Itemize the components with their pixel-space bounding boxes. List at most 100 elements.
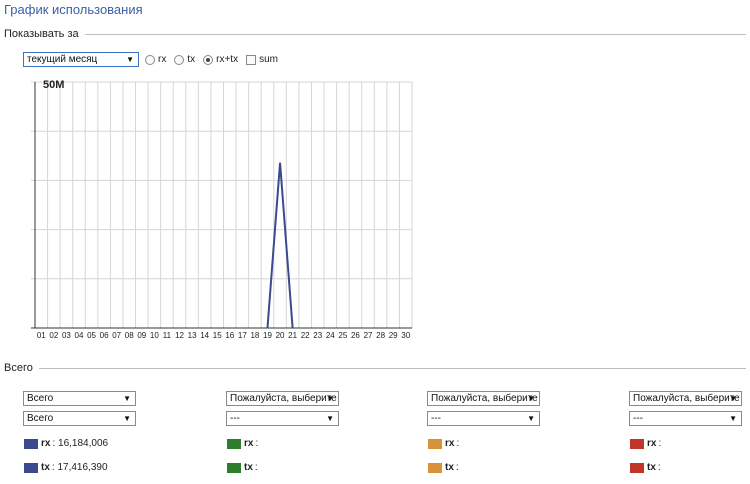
group2-tx-colon: : — [254, 462, 258, 473]
x-tick-label: 08 — [125, 331, 134, 340]
x-tick-label: 09 — [137, 331, 146, 340]
group4-rx: rx: — [630, 438, 661, 449]
group2-select1-value: Пожалуйста, выберите — [230, 393, 337, 404]
x-tick-label: 20 — [276, 331, 285, 340]
group2-rx-colon: : — [255, 438, 259, 449]
group4-tx: tx: — [630, 462, 661, 473]
group3-rx-label: rx — [445, 438, 455, 449]
mode-options: rx tx rx+tx sum — [145, 54, 286, 65]
totals-divider — [4, 368, 746, 369]
x-tick-label: 16 — [225, 331, 234, 340]
period-legend: Показывать за — [4, 28, 85, 40]
period-select-value: текущий месяц — [27, 54, 98, 65]
radio-rx[interactable] — [145, 54, 155, 65]
option-tx[interactable]: tx — [174, 54, 195, 65]
group1-select2[interactable]: Всего ▼ — [23, 411, 136, 426]
radio-rxtx[interactable] — [203, 54, 214, 65]
group1-tx-label: tx — [41, 462, 50, 473]
group1-select1-value: Всего — [27, 393, 54, 404]
option-rx-label: rx — [158, 54, 167, 65]
group1-select1[interactable]: Всего ▼ — [23, 391, 136, 406]
group2-rx: rx: — [227, 438, 258, 449]
x-tick-label: 03 — [62, 331, 71, 340]
group1-select2-value: Всего — [27, 413, 54, 424]
group3-tx-colon: : — [455, 462, 459, 473]
x-tick-label: 27 — [364, 331, 373, 340]
option-rx[interactable]: rx — [145, 54, 166, 65]
x-tick-label: 22 — [301, 331, 310, 340]
triangle-down-icon: ▼ — [527, 414, 535, 423]
x-tick-label: 17 — [238, 331, 247, 340]
x-tick-label: 06 — [100, 331, 109, 340]
group1-rx-value: 16,184,006 — [58, 438, 109, 449]
group4-rx-colon: : — [658, 438, 662, 449]
group4-select1-value: Пожалуйста, выберите — [633, 393, 740, 404]
group2-select2[interactable]: --- ▼ — [226, 411, 339, 426]
group3-select1[interactable]: Пожалуйста, выберите ▼ — [427, 391, 540, 406]
group2-tx-swatch — [227, 462, 241, 473]
x-tick-label: 25 — [338, 331, 347, 340]
x-tick-label: 26 — [351, 331, 360, 340]
page-title: График использования — [4, 2, 143, 17]
x-tick-label: 11 — [163, 331, 172, 340]
group1-rx-swatch — [24, 438, 38, 449]
group3-select2[interactable]: --- ▼ — [427, 411, 540, 426]
x-tick-label: 18 — [250, 331, 259, 340]
group2-tx-label: tx — [244, 462, 253, 473]
group3-rx-colon: : — [456, 438, 460, 449]
group3-select2-value: --- — [431, 413, 441, 424]
group4-rx-label: rx — [647, 438, 657, 449]
checkbox-sum[interactable] — [246, 54, 257, 65]
group3-tx-label: tx — [445, 462, 454, 473]
y-max-label: 50M — [43, 79, 64, 91]
triangle-down-icon: ▼ — [729, 414, 737, 423]
group3-rx: rx: — [428, 438, 459, 449]
x-tick-label: 05 — [87, 331, 96, 340]
period-select[interactable]: текущий месяц ▼ — [23, 52, 139, 67]
group1-tx: tx: 17,416,390 — [24, 462, 108, 473]
x-tick-label: 13 — [188, 331, 197, 340]
x-tick-label: 23 — [313, 331, 322, 340]
option-tx-label: tx — [187, 54, 196, 65]
usage-page: График использования Показывать за текущ… — [0, 0, 750, 484]
group1-rx-label: rx — [41, 438, 51, 449]
group3-select1-value: Пожалуйста, выберите — [431, 393, 538, 404]
group4-tx-swatch — [630, 462, 644, 473]
group2-rx-label: rx — [244, 438, 254, 449]
x-tick-label: 24 — [326, 331, 335, 340]
group3-tx-swatch — [428, 462, 442, 473]
radio-tx[interactable] — [174, 54, 185, 65]
period-divider — [4, 34, 746, 35]
x-tick-label: 28 — [376, 331, 385, 340]
group1-rx: rx: 16,184,006 — [24, 438, 108, 449]
x-tick-label: 29 — [389, 331, 398, 340]
x-tick-label: 02 — [49, 331, 58, 340]
x-tick-label: 10 — [150, 331, 159, 340]
option-rxtx[interactable]: rx+tx — [203, 54, 238, 65]
totals-legend: Всего — [4, 362, 39, 374]
x-tick-label: 19 — [263, 331, 272, 340]
triangle-down-icon: ▼ — [126, 55, 134, 64]
triangle-down-icon: ▼ — [123, 414, 131, 423]
triangle-down-icon: ▼ — [527, 394, 535, 403]
x-tick-label: 21 — [288, 331, 297, 340]
group3-tx: tx: — [428, 462, 459, 473]
group4-tx-label: tx — [647, 462, 656, 473]
group2-select1[interactable]: Пожалуйста, выберите ▼ — [226, 391, 339, 406]
x-tick-label: 07 — [112, 331, 121, 340]
x-tick-label: 01 — [37, 331, 46, 340]
x-tick-label: 15 — [213, 331, 222, 340]
group4-select1[interactable]: Пожалуйста, выберите ▼ — [629, 391, 742, 406]
triangle-down-icon: ▼ — [123, 394, 131, 403]
group2-tx: tx: — [227, 462, 258, 473]
group4-rx-swatch — [630, 438, 644, 449]
triangle-down-icon: ▼ — [326, 394, 334, 403]
group1-tx-swatch — [24, 462, 38, 473]
group4-select2[interactable]: --- ▼ — [629, 411, 742, 426]
group4-tx-colon: : — [657, 462, 661, 473]
triangle-down-icon: ▼ — [729, 394, 737, 403]
option-sum[interactable]: sum — [246, 54, 278, 65]
group2-select2-value: --- — [230, 413, 240, 424]
x-tick-label: 12 — [175, 331, 184, 340]
option-rxtx-label: rx+tx — [216, 54, 239, 65]
